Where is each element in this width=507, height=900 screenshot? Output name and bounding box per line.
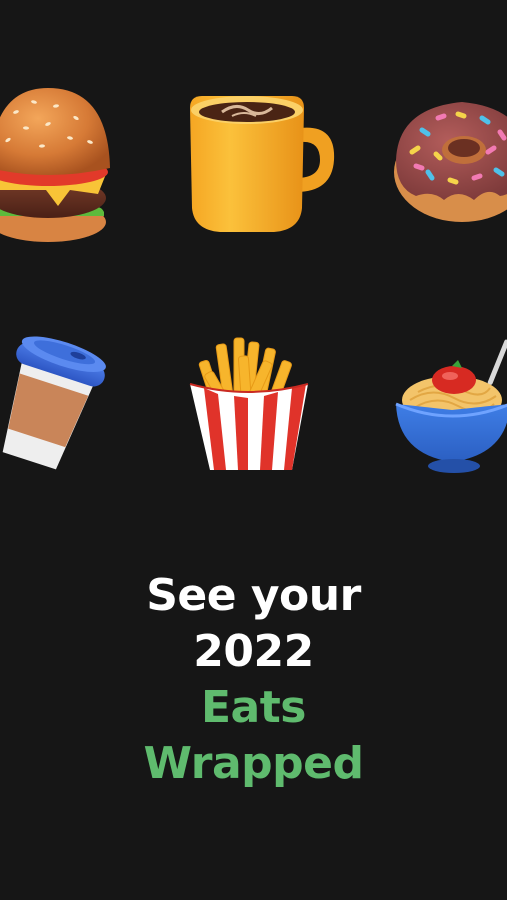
fries-icon: [184, 330, 314, 475]
headline-line-1: See your: [146, 570, 361, 621]
coffee-mug-icon: [182, 88, 342, 238]
burger-icon: [0, 82, 116, 247]
donut-icon: [392, 92, 507, 232]
headline-line-2: 2022: [193, 626, 314, 677]
headline: See your 2022 Eats Wrapped: [0, 568, 507, 792]
coffee-cup-icon: [0, 322, 110, 472]
noodles-icon: [392, 338, 507, 478]
headline-line-3: Eats: [201, 682, 306, 733]
headline-line-4: Wrapped: [143, 738, 364, 789]
eats-wrapped-screen: See your 2022 Eats Wrapped: [0, 0, 507, 900]
